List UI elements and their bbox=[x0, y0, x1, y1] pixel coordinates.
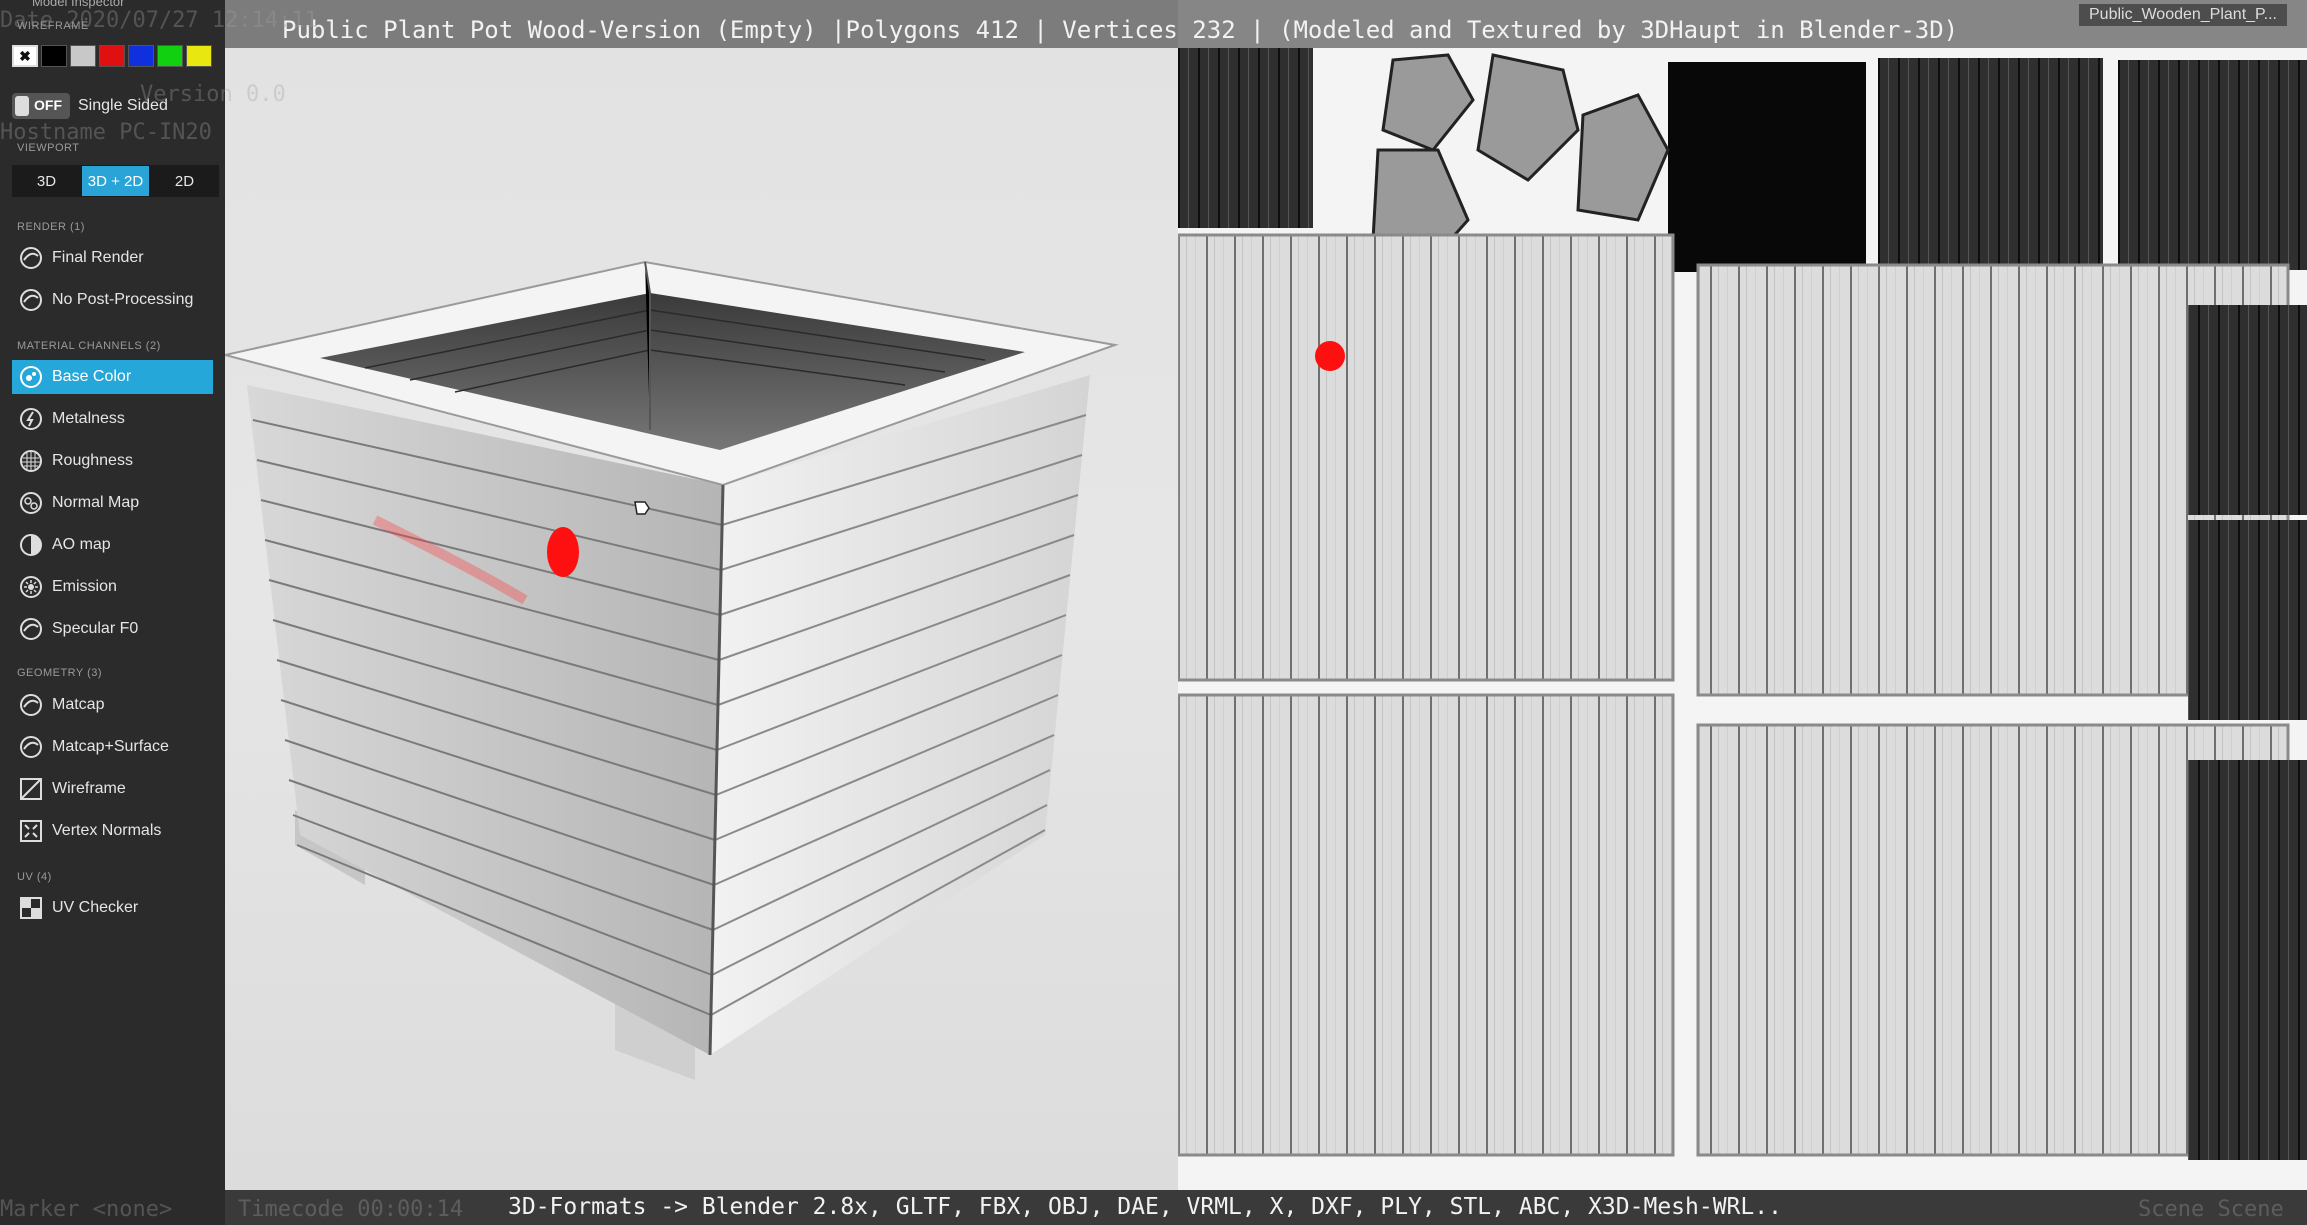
toggle-knob bbox=[15, 96, 29, 116]
overlay-marker: Marker <none> bbox=[0, 1197, 173, 1222]
swatch-black[interactable] bbox=[41, 45, 67, 67]
render-section-label: RENDER (1) bbox=[17, 221, 85, 233]
menu-item-label: Wireframe bbox=[52, 780, 126, 797]
texture-marker bbox=[547, 527, 579, 577]
menu-item-label: Base Color bbox=[52, 368, 132, 385]
menu-item-uv-checker[interactable]: UV Checker bbox=[12, 891, 213, 925]
menu-item-label: Vertex Normals bbox=[52, 822, 162, 839]
menu-item-label: Specular F0 bbox=[52, 620, 139, 637]
uv-section-label: UV (4) bbox=[17, 871, 52, 883]
menu-item-roughness[interactable]: Roughness bbox=[12, 444, 213, 478]
render-sphere-icon bbox=[18, 245, 44, 271]
model-title: Public Plant Pot Wood-Version (Empty) |P… bbox=[282, 16, 1959, 44]
swatch-yellow[interactable] bbox=[186, 45, 212, 67]
geometry-section-label: GEOMETRY (3) bbox=[17, 667, 103, 679]
menu-item-ao-map[interactable]: AO map bbox=[12, 528, 213, 562]
swatch-blue[interactable] bbox=[128, 45, 154, 67]
metalness-icon bbox=[18, 406, 44, 432]
sidebar: Model Inspector WIREFRAME ✖ OFF Single S… bbox=[0, 0, 225, 1225]
viewport-toggle-group: 3D 3D + 2D 2D bbox=[12, 165, 219, 197]
menu-item-emission[interactable]: Emission bbox=[12, 570, 213, 604]
overlay-scene: Scene Scene bbox=[2138, 1197, 2284, 1222]
swatch-gray[interactable] bbox=[70, 45, 96, 67]
menu-item-base-color[interactable]: Base Color bbox=[12, 360, 213, 394]
menu-item-label: Matcap+Surface bbox=[52, 738, 169, 755]
matcap-surface-icon bbox=[18, 734, 44, 760]
formats-caption: 3D-Formats -> Blender 2.8x, GLTF, FBX, O… bbox=[508, 1194, 1782, 1220]
roughness-icon bbox=[18, 448, 44, 474]
overlay-version: Version 0.0 bbox=[140, 82, 286, 107]
menu-item-specular-f0[interactable]: Specular F0 bbox=[12, 612, 213, 646]
overlay-hostname: Hostname PC-IN20 bbox=[0, 120, 212, 145]
overlay-date: Date 2020/07/27 12:14:11 bbox=[0, 8, 318, 33]
menu-item-label: Matcap bbox=[52, 696, 105, 713]
menu-item-label: Emission bbox=[52, 578, 117, 595]
menu-item-label: Roughness bbox=[52, 452, 133, 469]
swatch-white[interactable]: ✖ bbox=[12, 45, 38, 67]
menu-item-wireframe[interactable]: Wireframe bbox=[12, 772, 213, 806]
base-color-icon bbox=[18, 364, 44, 390]
menu-item-vertex-normals[interactable]: Vertex Normals bbox=[12, 814, 213, 848]
specular-icon bbox=[18, 616, 44, 642]
viewport-uv[interactable] bbox=[1178, 0, 2307, 1190]
uv-layout bbox=[1178, 48, 2307, 1160]
material-section-label: MATERIAL CHANNELS (2) bbox=[17, 340, 161, 352]
viewport-2d-button[interactable]: 2D bbox=[150, 165, 219, 197]
menu-item-no-post-processing[interactable]: No Post-Processing bbox=[12, 283, 213, 317]
swatch-red[interactable] bbox=[99, 45, 125, 67]
menu-item-label: Metalness bbox=[52, 410, 125, 427]
toggle-state: OFF bbox=[34, 97, 62, 113]
render-sphere-icon bbox=[18, 287, 44, 313]
uv-marker bbox=[1315, 341, 1345, 371]
viewport-3d-2d-button[interactable]: 3D + 2D bbox=[81, 165, 150, 197]
file-name-tab[interactable]: Public_Wooden_Plant_P... bbox=[2079, 4, 2287, 26]
menu-item-final-render[interactable]: Final Render bbox=[12, 241, 213, 275]
menu-item-label: Final Render bbox=[52, 249, 144, 266]
swatch-green[interactable] bbox=[157, 45, 183, 67]
menu-item-label: No Post-Processing bbox=[52, 291, 194, 308]
menu-item-label: UV Checker bbox=[52, 899, 139, 916]
matcap-icon bbox=[18, 692, 44, 718]
viewport-3d[interactable] bbox=[225, 0, 1178, 1190]
wireframe-color-swatches: ✖ bbox=[12, 45, 212, 67]
wireframe-icon bbox=[18, 776, 44, 802]
ao-map-icon bbox=[18, 532, 44, 558]
menu-item-label: Normal Map bbox=[52, 494, 140, 511]
viewport-3d-button[interactable]: 3D bbox=[12, 165, 81, 197]
menu-item-matcap-surface[interactable]: Matcap+Surface bbox=[12, 730, 213, 764]
overlay-timecode: Timecode 00:00:14 bbox=[238, 1197, 464, 1222]
single-sided-toggle[interactable]: OFF bbox=[12, 93, 70, 119]
uv-checker-icon bbox=[18, 895, 44, 921]
normal-map-icon bbox=[18, 490, 44, 516]
emission-icon bbox=[18, 574, 44, 600]
menu-item-matcap[interactable]: Matcap bbox=[12, 688, 213, 722]
plant-pot-render bbox=[225, 260, 1119, 1080]
vertex-normals-icon bbox=[18, 818, 44, 844]
menu-item-label: AO map bbox=[52, 536, 111, 553]
menu-item-normal-map[interactable]: Normal Map bbox=[12, 486, 213, 520]
menu-item-metalness[interactable]: Metalness bbox=[12, 402, 213, 436]
